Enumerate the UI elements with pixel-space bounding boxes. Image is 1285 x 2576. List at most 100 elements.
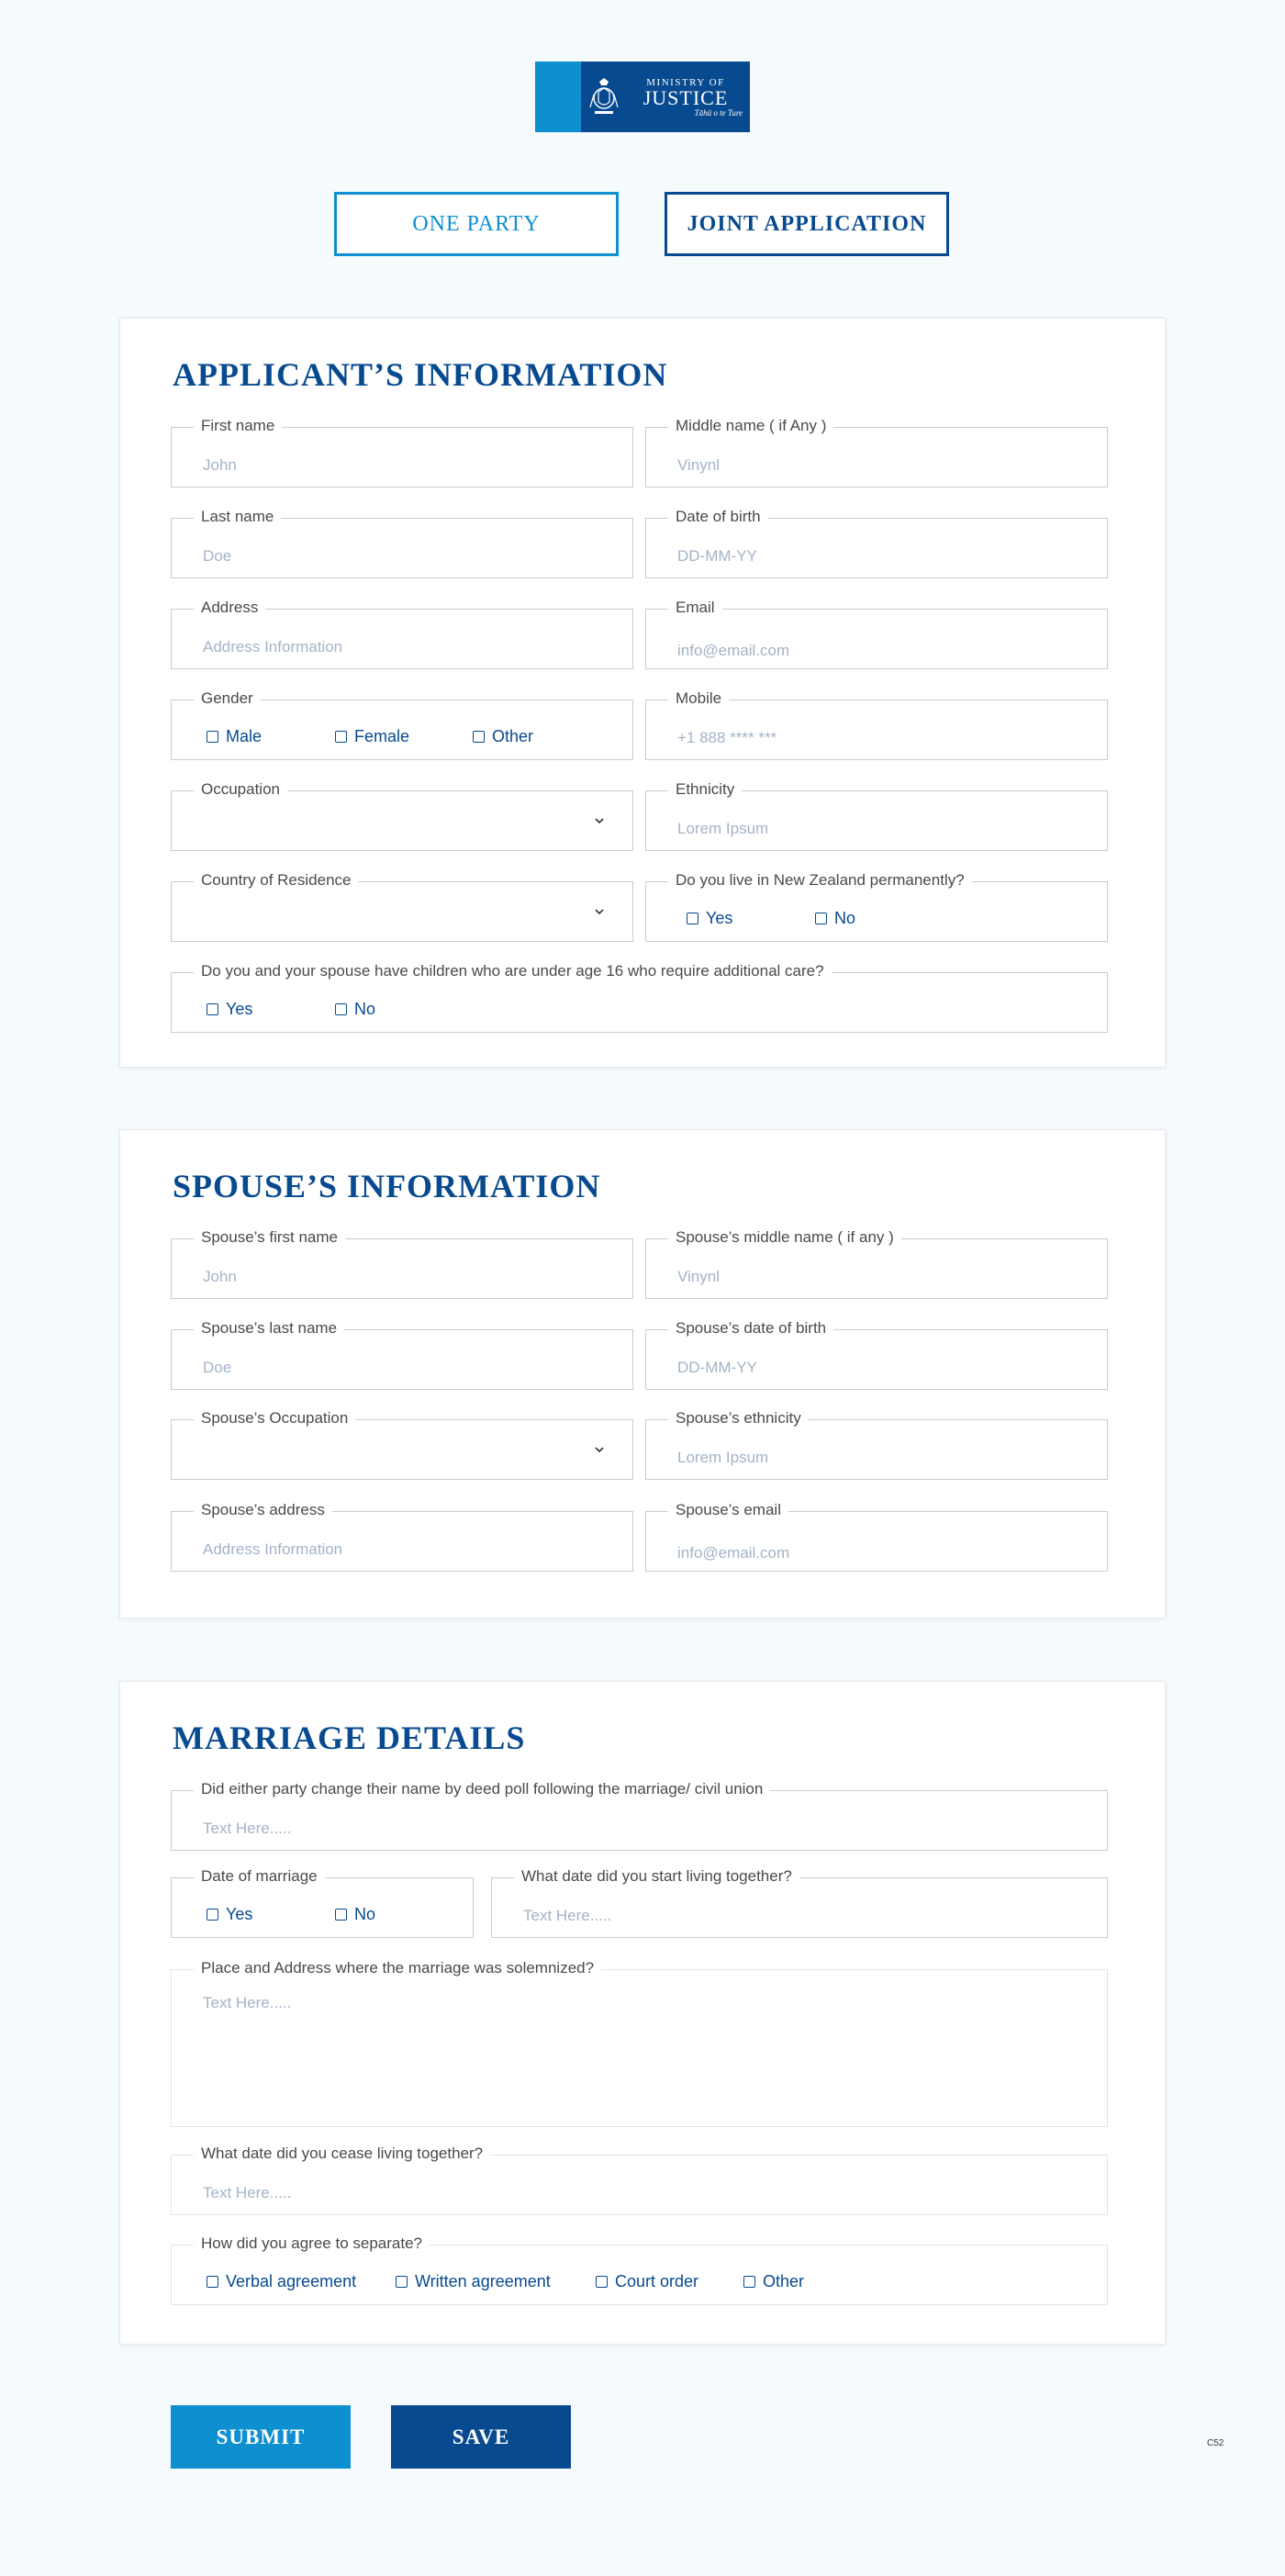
checkbox-icon [207, 1002, 218, 1015]
children-options: Yes No [207, 973, 375, 1032]
one-party-button[interactable]: ONE PARTY [334, 192, 619, 256]
spouse-middle-name-input[interactable] [646, 1239, 1107, 1298]
option-label: Written agreement [415, 2271, 551, 2290]
spouse-email-input[interactable] [646, 1512, 1107, 1571]
email-input[interactable] [646, 610, 1107, 668]
checkbox-icon [207, 2275, 218, 2288]
checkbox-icon [596, 2275, 608, 2288]
marriage-title: MARRIAGE DETAILS [173, 1719, 526, 1756]
spouse-occupation-select[interactable]: Spouse’s Occupation [171, 1409, 633, 1480]
address-input[interactable] [172, 610, 632, 668]
separate-other[interactable]: Other [743, 2272, 804, 2291]
nz-permanent-field: Do you live in New Zealand permanently? … [645, 871, 1108, 942]
nz-permanent-yes[interactable]: Yes [687, 909, 815, 928]
children-yes[interactable]: Yes [207, 1000, 335, 1019]
option-label: Female [354, 726, 410, 745]
ethnicity-input[interactable] [646, 791, 1107, 850]
applicant-card: APPLICANT’S INFORMATION First name Middl… [119, 318, 1166, 1068]
spouse-last-name-input[interactable] [172, 1330, 632, 1389]
date-of-marriage-field: Date of marriage Yes No [171, 1867, 474, 1938]
checkbox-icon [335, 1908, 347, 1921]
gender-option-male[interactable]: Male [207, 727, 335, 746]
checkbox-icon [207, 1908, 218, 1921]
mobile-input[interactable] [646, 700, 1107, 759]
last-name-input[interactable] [172, 519, 632, 577]
spouse-ethnicity-input[interactable] [646, 1420, 1107, 1479]
joint-application-button[interactable]: JOINT APPLICATION [665, 192, 949, 256]
checkbox-icon [815, 912, 827, 924]
spouse-first-name-input[interactable] [172, 1239, 632, 1298]
spouse-address-input[interactable] [172, 1512, 632, 1571]
place-textarea[interactable] [172, 1970, 1107, 2126]
crest-icon [581, 62, 627, 132]
separate-options: Verbal agreement Written agreement Court… [207, 2246, 804, 2304]
country-label: Country of Residence [194, 871, 359, 890]
first-name-input[interactable] [172, 428, 632, 487]
option-label: No [354, 999, 376, 1018]
spouse-middle-name-field: Spouse’s middle name ( if any ) [645, 1228, 1108, 1299]
chevron-down-icon [595, 818, 604, 824]
ministry-of-justice-logo: MINISTRY OF JUSTICE Tāhū o te Ture [535, 62, 750, 132]
option-label: Other [763, 2271, 805, 2290]
checkbox-icon [335, 1002, 347, 1015]
chevron-down-icon [595, 909, 604, 915]
gender-option-female[interactable]: Female [335, 727, 473, 746]
children-field: Do you and your spouse have children who… [171, 962, 1108, 1033]
logo-stripe [535, 62, 581, 132]
checkbox-icon [207, 730, 218, 743]
logo-line-3: Tāhū o te Ture [694, 107, 743, 118]
option-label: Yes [226, 999, 253, 1018]
option-label: Yes [706, 908, 733, 927]
submit-button[interactable]: SUBMIT [171, 2405, 351, 2469]
occupation-label: Occupation [194, 780, 287, 799]
living-together-input[interactable] [492, 1878, 1107, 1937]
option-label: Court order [615, 2271, 699, 2290]
last-name-field: Last name [171, 508, 633, 578]
spouse-email-field: Spouse’s email [645, 1501, 1108, 1572]
marriage-card: MARRIAGE DETAILS Did either party change… [119, 1681, 1166, 2345]
spouse-first-name-field: Spouse’s first name [171, 1228, 633, 1299]
date-of-marriage-yes[interactable]: Yes [207, 1905, 335, 1924]
deed-poll-input[interactable] [172, 1791, 1107, 1850]
spouse-dob-input[interactable] [646, 1330, 1107, 1389]
dob-input[interactable] [646, 519, 1107, 577]
applicant-title: APPLICANT’S INFORMATION [173, 356, 668, 393]
date-of-marriage-options: Yes No [207, 1878, 375, 1937]
checkbox-icon [687, 912, 698, 924]
address-field: Address [171, 599, 633, 669]
middle-name-input[interactable] [646, 428, 1107, 487]
separate-field: How did you agree to separate? Verbal ag… [171, 2234, 1108, 2305]
place-field: Place and Address where the marriage was… [171, 1959, 1108, 2127]
email-field: Email [645, 599, 1108, 669]
occupation-select[interactable]: Occupation [171, 780, 633, 851]
save-button[interactable]: SAVE [391, 2405, 571, 2469]
mobile-field: Mobile [645, 689, 1108, 760]
deed-poll-field: Did either party change their name by de… [171, 1780, 1108, 1851]
date-of-marriage-no[interactable]: No [335, 1905, 375, 1924]
spouse-occupation-label: Spouse’s Occupation [194, 1409, 356, 1428]
logo-text: MINISTRY OF JUSTICE Tāhū o te Ture [627, 62, 750, 132]
gender-options: Male Female Other [207, 700, 533, 759]
spouse-ethnicity-field: Spouse’s ethnicity [645, 1409, 1108, 1480]
nz-permanent-no[interactable]: No [815, 909, 855, 928]
checkbox-icon [473, 730, 485, 743]
country-select[interactable]: Country of Residence [171, 871, 633, 942]
spouse-last-name-field: Spouse’s last name [171, 1319, 633, 1390]
children-no[interactable]: No [335, 1000, 375, 1019]
ethnicity-field: Ethnicity [645, 780, 1108, 851]
separate-written[interactable]: Written agreement [396, 2272, 596, 2291]
logo-line-2: JUSTICE [642, 85, 729, 109]
chevron-down-icon [595, 1447, 604, 1453]
checkbox-icon [335, 730, 347, 743]
checkbox-icon [743, 2275, 755, 2288]
separate-verbal[interactable]: Verbal agreement [207, 2272, 396, 2291]
gender-field: Gender Male Female Other [171, 689, 633, 760]
nz-permanent-options: Yes No [687, 882, 855, 941]
cease-input[interactable] [172, 2156, 1107, 2214]
spouse-title: SPOUSE’S INFORMATION [173, 1168, 601, 1204]
first-name-field: First name [171, 417, 633, 487]
dob-field: Date of birth [645, 508, 1108, 578]
option-label: Other [492, 726, 534, 745]
separate-court[interactable]: Court order [596, 2272, 743, 2291]
gender-option-other[interactable]: Other [473, 727, 533, 746]
